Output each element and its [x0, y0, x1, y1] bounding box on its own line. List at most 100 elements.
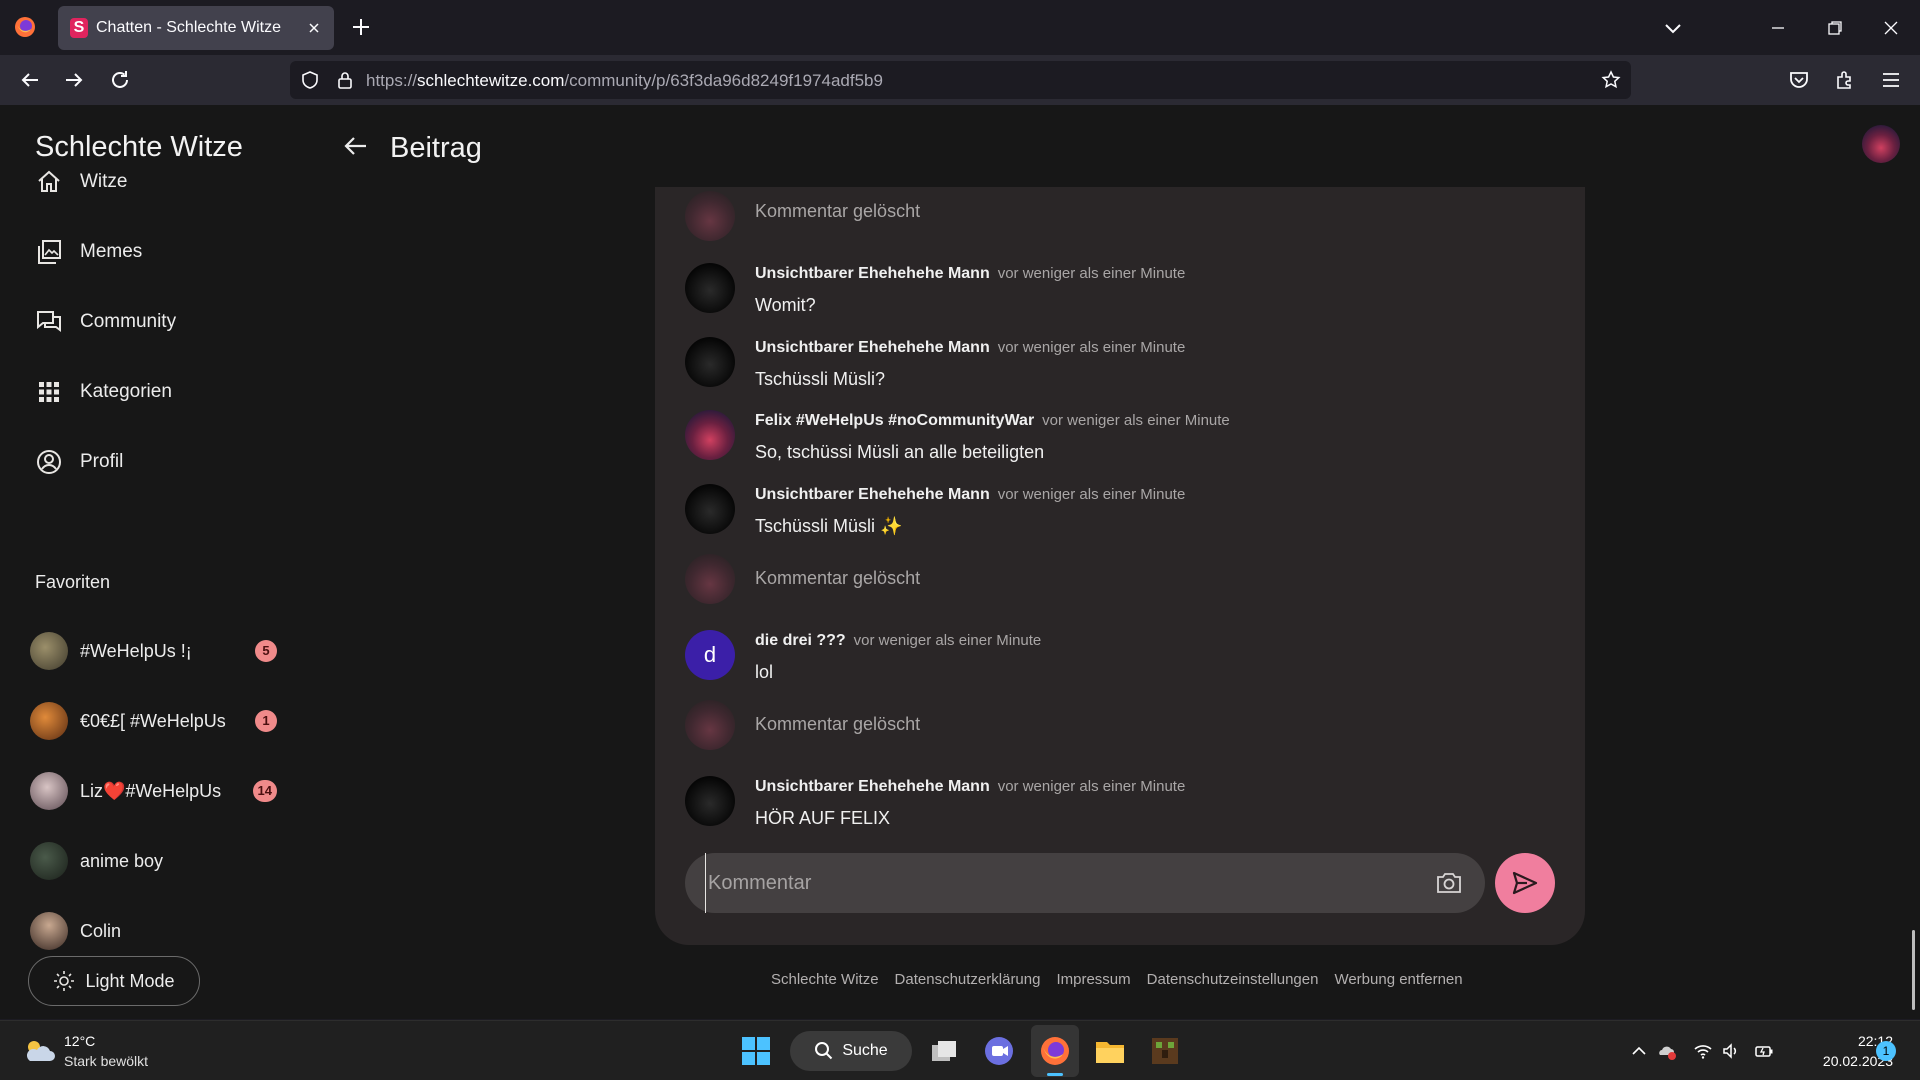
url-host: schlechtewitze.com	[417, 71, 565, 90]
sidebar-item-community[interactable]: Community	[35, 306, 176, 338]
unread-badge: 14	[252, 780, 277, 802]
avatar[interactable]	[685, 263, 735, 313]
task-view-icon[interactable]	[926, 1033, 962, 1069]
sidebar-item-profil[interactable]: Profil	[35, 446, 123, 478]
teams-chat-icon[interactable]	[981, 1033, 1017, 1069]
favorite-item[interactable]: anime boy	[30, 841, 285, 881]
footer-link[interactable]: Datenschutzeinstellungen	[1147, 971, 1319, 988]
comment-text: lol	[755, 662, 774, 682]
tab-favicon-icon: S	[70, 18, 88, 38]
comment-time: vor weniger als einer Minute	[853, 632, 1042, 649]
file-explorer-icon[interactable]	[1092, 1033, 1128, 1069]
url-prefix: https://	[366, 71, 418, 90]
avatar	[30, 632, 68, 670]
wifi-icon[interactable]	[1693, 1041, 1713, 1061]
comment-text: HÖR AUF FELIX	[755, 808, 891, 828]
back-arrow-icon[interactable]	[19, 69, 41, 91]
comment-author[interactable]: Unsichtbarer Ehehehehe Mann	[755, 486, 990, 503]
extensions-icon[interactable]	[1834, 69, 1856, 91]
hamburger-menu-icon[interactable]	[1880, 69, 1902, 91]
comment-time: vor weniger als einer Minute	[997, 778, 1186, 795]
sidebar-item-label: Memes	[80, 241, 143, 262]
light-mode-button[interactable]: Light Mode	[28, 956, 200, 1006]
weather-temperature[interactable]: 12°C	[64, 1033, 95, 1049]
sidebar-item-kategorien[interactable]: Kategorien	[35, 376, 172, 408]
comment-deleted: Kommentar gelöscht	[685, 554, 1545, 610]
weather-description[interactable]: Stark bewölkt	[64, 1053, 148, 1069]
favorite-name: Liz❤️#WeHelpUs	[80, 780, 222, 801]
avatar	[30, 772, 68, 810]
comment-author[interactable]: Unsichtbarer Ehehehehe Mann	[755, 339, 990, 356]
avatar	[30, 842, 68, 880]
comment-input[interactable]	[705, 853, 1405, 913]
user-avatar[interactable]	[1862, 125, 1900, 163]
taskbar-search-label: Suche	[842, 1042, 888, 1059]
favorite-item[interactable]: Colin	[30, 911, 285, 951]
avatar[interactable]	[685, 410, 735, 460]
comment-time: vor weniger als einer Minute	[997, 486, 1186, 503]
site-title[interactable]: Schlechte Witze	[35, 131, 243, 164]
footer-link[interactable]: Impressum	[1056, 971, 1130, 988]
restore-icon[interactable]	[1825, 18, 1845, 38]
tray-chevron-up-icon[interactable]	[1629, 1041, 1649, 1061]
forward-arrow-icon[interactable]	[63, 69, 85, 91]
footer-link[interactable]: Schlechte Witze	[771, 971, 879, 988]
avatar	[685, 554, 735, 604]
firefox-icon[interactable]	[13, 15, 37, 39]
lock-icon[interactable]	[335, 70, 355, 90]
battery-icon[interactable]	[1754, 1041, 1774, 1061]
comment-composer	[685, 853, 1485, 913]
firefox-taskbar-icon[interactable]	[1037, 1033, 1073, 1069]
favorite-item[interactable]: Liz❤️#WeHelpUs 14	[30, 771, 285, 811]
url-bar[interactable]: https://schlechtewitze.com/community/p/6…	[290, 61, 1631, 99]
comment-author[interactable]: Felix #WeHelpUs #noCommunityWar	[755, 412, 1034, 429]
volume-icon[interactable]	[1721, 1041, 1741, 1061]
windows-start-icon[interactable]	[738, 1033, 774, 1069]
sidebar-item-memes[interactable]: Memes	[35, 236, 142, 268]
cloud-icon[interactable]	[22, 1037, 56, 1065]
taskbar-search-button[interactable]: Suche	[790, 1031, 912, 1071]
avatar[interactable]: d	[685, 630, 735, 680]
sidebar-item-label: Community	[80, 311, 177, 332]
back-arrow-icon[interactable]	[342, 132, 370, 160]
close-icon[interactable]	[1881, 18, 1901, 38]
reload-icon[interactable]	[109, 69, 131, 91]
minimize-icon[interactable]	[1768, 18, 1788, 38]
page-content: Schlechte Witze Witze Memes Community Ka…	[0, 105, 1920, 1019]
comment-author[interactable]: die drei ???	[755, 632, 846, 649]
favorite-name: €0€£[ #WeHelpUs	[80, 710, 226, 731]
favorite-name: anime boy	[80, 850, 164, 871]
pocket-icon[interactable]	[1788, 69, 1810, 91]
sidebar-item-witze[interactable]: Witze	[35, 166, 128, 198]
scrollbar[interactable]	[1912, 930, 1915, 1010]
footer-link[interactable]: Datenschutzerklärung	[895, 971, 1041, 988]
footer-link[interactable]: Werbung entfernen	[1334, 971, 1462, 988]
notification-badge[interactable]: 1	[1876, 1041, 1896, 1061]
avatar[interactable]	[685, 776, 735, 826]
camera-icon[interactable]	[1435, 870, 1463, 896]
url-text[interactable]: https://schlechtewitze.com/community/p/6…	[366, 71, 883, 91]
avatar[interactable]	[685, 337, 735, 387]
onedrive-error-icon[interactable]	[1657, 1041, 1677, 1061]
comment: d die drei ??? vor weniger als einer Minu…	[685, 630, 1545, 686]
favorite-item[interactable]: #WeHelpUs !¡ 5	[30, 631, 285, 671]
unread-badge: 5	[255, 640, 277, 662]
comment-deleted: Kommentar gelöscht	[685, 700, 1545, 756]
comments-card: Kommentar gelöscht Unsichtbarer Eheheheh…	[655, 187, 1585, 945]
shield-icon[interactable]	[300, 70, 320, 90]
sidebar-item-label: Kategorien	[80, 381, 172, 402]
comment-author[interactable]: Unsichtbarer Ehehehehe Mann	[755, 778, 990, 795]
chevron-down-icon[interactable]	[1663, 18, 1683, 38]
new-tab-icon[interactable]	[350, 16, 372, 38]
favorite-item[interactable]: €0€£[ #WeHelpUs 1	[30, 701, 285, 741]
send-button[interactable]	[1495, 853, 1555, 913]
comment-author[interactable]: Unsichtbarer Ehehehehe Mann	[755, 265, 990, 282]
comment-time: vor weniger als einer Minute	[1042, 412, 1230, 429]
tab-close-icon[interactable]	[306, 20, 322, 36]
minecraft-icon[interactable]	[1147, 1033, 1183, 1069]
page-title: Beitrag	[390, 132, 482, 164]
avatar[interactable]	[685, 484, 735, 534]
bookmark-star-icon[interactable]	[1601, 70, 1621, 90]
browser-tab[interactable]: S Chatten - Schlechte Witze	[58, 6, 334, 50]
browser-titlebar: S Chatten - Schlechte Witze	[0, 0, 1920, 55]
